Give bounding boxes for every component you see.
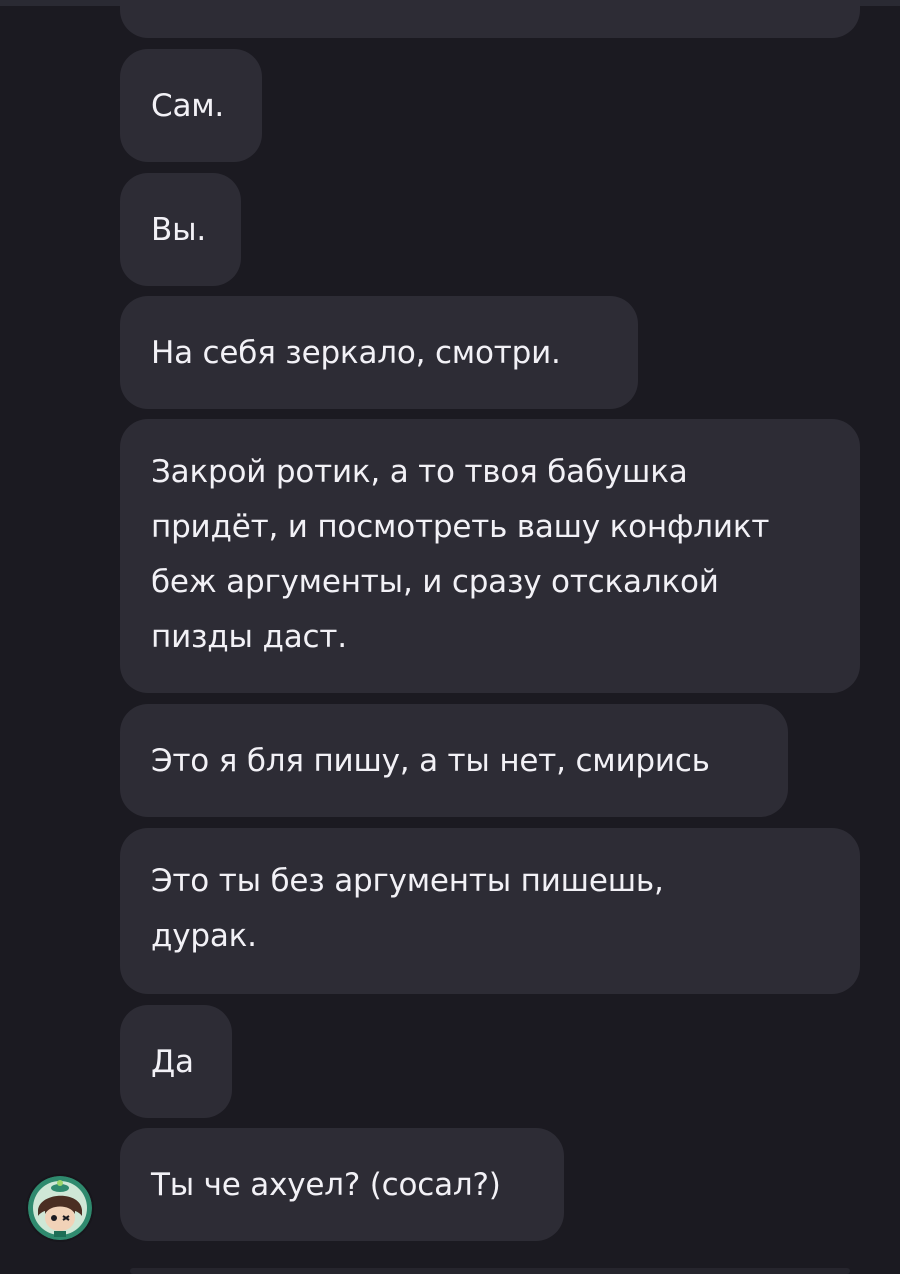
message-text: Сам. [151, 87, 225, 124]
message-text: На себя зеркало, смотри. [151, 334, 561, 371]
message-text: Вы. [151, 211, 206, 248]
message-bubble[interactable]: Да [120, 1005, 232, 1118]
message-text: Ты че ахуел? (сосал?) [151, 1166, 501, 1203]
bottom-divider [130, 1268, 850, 1274]
avatar-image [28, 1176, 92, 1240]
avatar-icon[interactable] [28, 1176, 92, 1240]
message-text: Это я бля пишу, а ты нет, смирись [151, 742, 710, 779]
message-bubble[interactable]: Вы. [120, 173, 241, 286]
message-bubble[interactable]: Это ты без аргументы пишешь, дурак. [120, 828, 860, 994]
message-bubble[interactable]: Ты че ахуел? (сосал?) [120, 1128, 564, 1241]
message-bubble[interactable]: На себя зеркало, смотри. [120, 296, 638, 409]
message-text: Это ты без аргументы пишешь, дурак. [151, 863, 664, 954]
message-bubble[interactable]: Это я бля пишу, а ты нет, смирись [120, 704, 788, 817]
message-text: Закрой ротик, а то твоя бабушка придёт, … [151, 454, 770, 655]
message-bubble-partial[interactable] [120, 0, 860, 38]
message-bubble[interactable]: Закрой ротик, а то твоя бабушка придёт, … [120, 419, 860, 693]
message-text: Да [151, 1043, 194, 1080]
message-bubble[interactable]: Сам. [120, 49, 262, 162]
